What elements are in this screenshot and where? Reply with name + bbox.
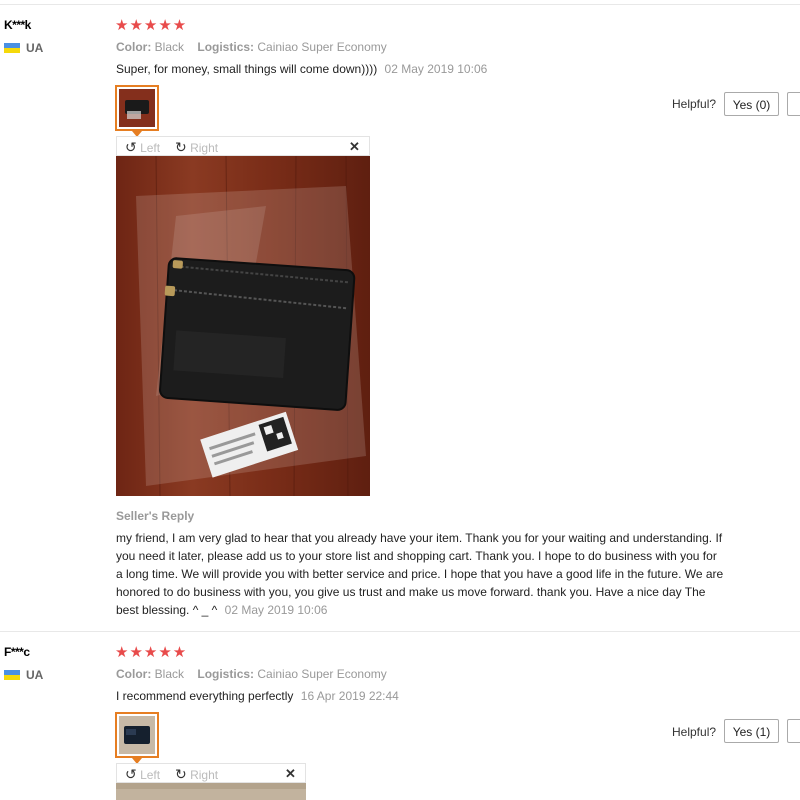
- rotate-left-label: Left: [140, 141, 161, 155]
- rotate-left-control[interactable]: ↺ Left: [125, 766, 160, 783]
- rotate-left-icon: ↺: [125, 766, 137, 782]
- helpful-label: Helpful?: [672, 725, 717, 739]
- review-photo-enlarged: [116, 156, 370, 496]
- rotate-right-label: Right: [190, 141, 219, 155]
- rotate-right-control[interactable]: ↻ Right: [175, 766, 218, 783]
- logistics-label: Logistics:: [197, 40, 255, 54]
- divider: [0, 631, 800, 632]
- review-text: Super, for money, small things will come…: [116, 62, 487, 76]
- reviewer-country: UA: [26, 668, 44, 682]
- logistics-value: Cainiao Super Economy: [257, 667, 387, 681]
- review-date: 16 Apr 2019 22:44: [300, 689, 399, 703]
- rotate-right-icon: ↻: [175, 139, 187, 155]
- wallet-thumbnail-image: [119, 89, 155, 127]
- color-label: Color:: [116, 667, 152, 681]
- review-text: I recommend everything perfectly 16 Apr …: [116, 689, 399, 703]
- review-photo-enlarged: [116, 783, 306, 800]
- rotate-right-icon: ↻: [175, 766, 187, 782]
- logistics-label: Logistics:: [197, 667, 255, 681]
- seller-reply-title: Seller's Reply: [116, 509, 195, 523]
- helpful-yes-button[interactable]: Yes (1): [724, 719, 779, 743]
- reviewer-name: K***k: [4, 18, 31, 32]
- helpful-no-button[interactable]: [787, 92, 800, 116]
- seller-reply-date: 02 May 2019 10:06: [224, 603, 328, 617]
- review-body: I recommend everything perfectly: [116, 689, 294, 703]
- star-rating: ★★★★★: [115, 17, 188, 34]
- seller-reply-text: my friend, I am very glad to hear that y…: [116, 531, 724, 617]
- order-attributes: Color: Black Logistics: Cainiao Super Ec…: [116, 40, 387, 54]
- helpful-yes-button[interactable]: Yes (0): [724, 92, 779, 116]
- color-label: Color:: [116, 40, 152, 54]
- logistics-value: Cainiao Super Economy: [257, 40, 387, 54]
- helpful-label: Helpful?: [672, 97, 717, 111]
- seller-reply: my friend, I am very glad to hear that y…: [116, 529, 726, 619]
- rotate-left-label: Left: [140, 768, 161, 782]
- rotate-left-icon: ↺: [125, 139, 137, 155]
- image-viewer-toolbar: ↺ Left ↻ Right ✕: [116, 763, 306, 783]
- review-photo-thumbnail[interactable]: [115, 712, 159, 758]
- rotate-right-control[interactable]: ↻ Right: [175, 139, 218, 156]
- divider: [0, 4, 800, 5]
- ukraine-flag-icon: [4, 670, 20, 680]
- ukraine-flag-icon: [4, 43, 20, 53]
- reviewer-name: F***c: [4, 645, 30, 659]
- wallet-thumbnail-image: [119, 716, 155, 754]
- reviewer-country: UA: [26, 41, 44, 55]
- close-icon[interactable]: ✕: [349, 139, 360, 155]
- close-icon[interactable]: ✕: [285, 766, 296, 782]
- color-value: Black: [154, 667, 185, 681]
- color-value: Black: [154, 40, 185, 54]
- review-photo-thumbnail[interactable]: [115, 85, 159, 131]
- review-date: 02 May 2019 10:06: [384, 62, 488, 76]
- rotate-left-control[interactable]: ↺ Left: [125, 139, 160, 156]
- review-body: Super, for money, small things will come…: [116, 62, 378, 76]
- image-viewer-toolbar: ↺ Left ↻ Right ✕: [116, 136, 370, 156]
- star-rating: ★★★★★: [115, 644, 188, 661]
- order-attributes: Color: Black Logistics: Cainiao Super Ec…: [116, 667, 387, 681]
- helpful-no-button[interactable]: [787, 719, 800, 743]
- rotate-right-label: Right: [190, 768, 219, 782]
